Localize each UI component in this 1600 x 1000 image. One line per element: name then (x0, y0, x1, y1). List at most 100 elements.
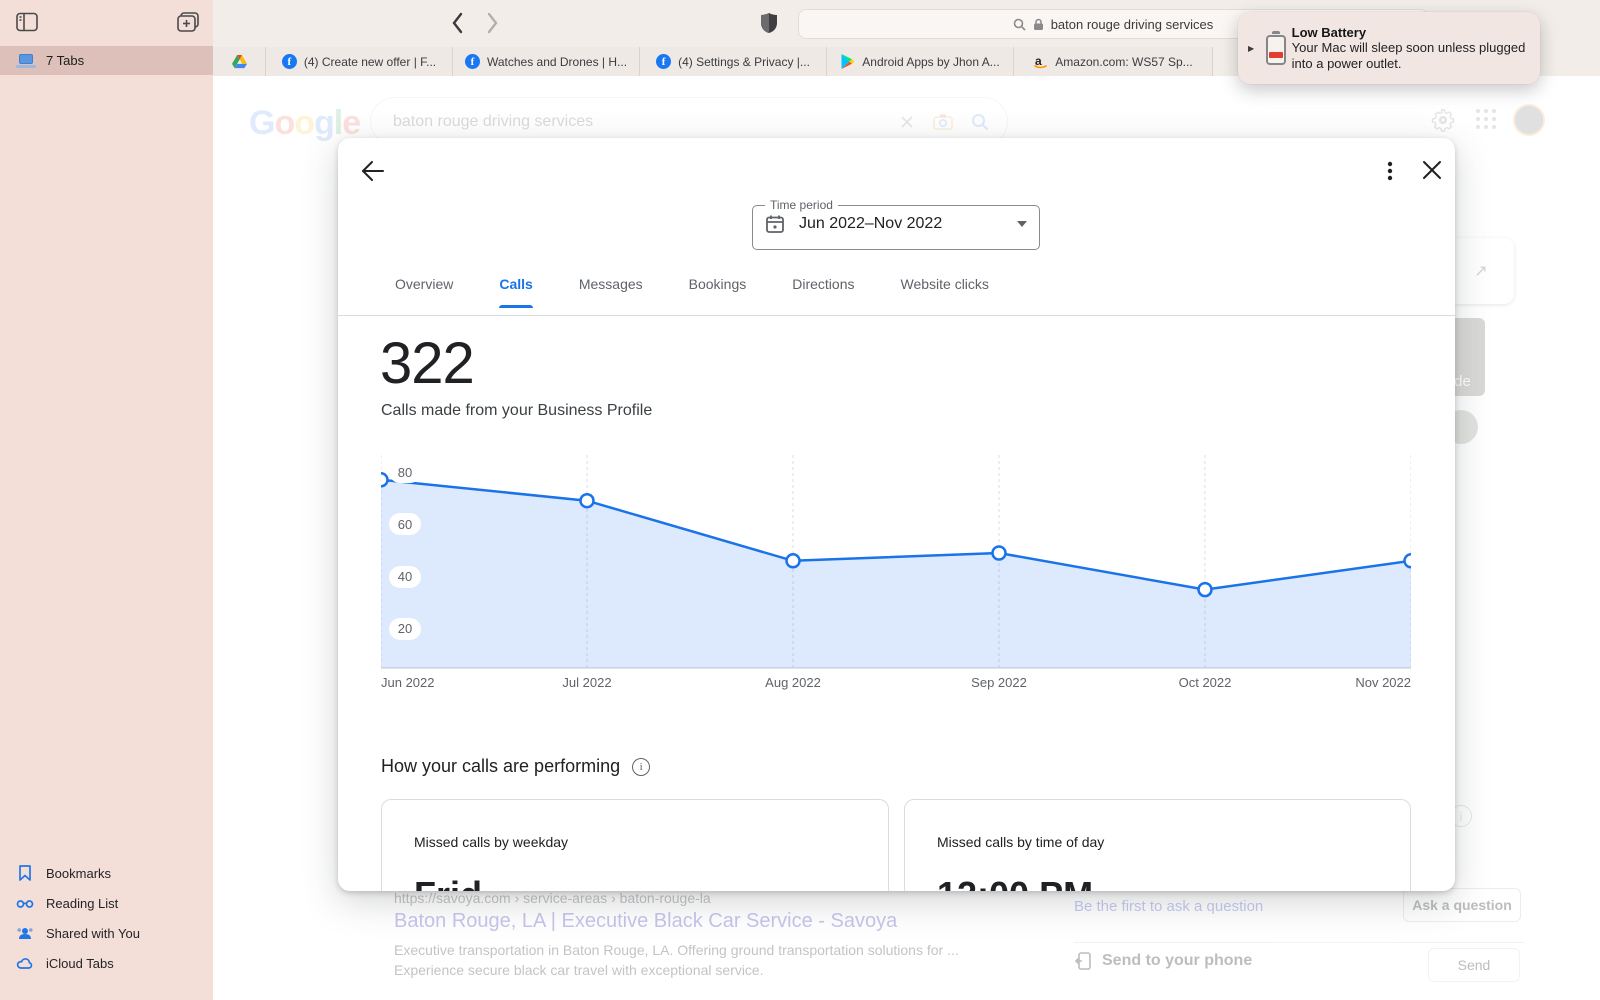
forward-button[interactable] (486, 12, 499, 34)
x-axis-label: Nov 2022 (1355, 675, 1411, 690)
card-title: Missed calls by time of day (937, 834, 1104, 850)
address-text: baton rouge driving services (1051, 17, 1214, 32)
tab-title: Android Apps by Jhon A... (862, 55, 999, 69)
browser-tab[interactable]: Android Apps by Jhon A... (827, 47, 1014, 76)
notification-title: Low Battery (1292, 25, 1526, 40)
ask-question-button: Ask a question (1403, 888, 1521, 922)
card-value: 12:00 PM (937, 874, 1093, 891)
send-to-phone-row: Send to your phone (1074, 952, 1252, 970)
people-icon (16, 924, 34, 942)
lock-icon (1032, 18, 1045, 31)
low-battery-notification[interactable]: ▶ Low Battery Your Mac will sleep soon u… (1238, 12, 1540, 84)
drive-icon (232, 54, 247, 69)
time-period-selector[interactable]: Time period Jun 2022–Nov 2022 (752, 198, 1040, 250)
notification-body: Your Mac will sleep soon unless plugged … (1292, 40, 1526, 71)
time-period-value: Jun 2022–Nov 2022 (799, 215, 942, 233)
google-play-icon (840, 54, 855, 69)
result-title: Baton Rouge, LA | Executive Black Car Se… (394, 910, 897, 933)
safari-sidebar: 7 Tabs Bookmarks Reading List Shared wit… (0, 0, 213, 1000)
browser-tab[interactable]: f (4) Create new offer | F... (266, 47, 453, 76)
privacy-shield-icon[interactable] (760, 12, 778, 34)
performance-tabs: Overview Calls Messages Bookings Directi… (395, 276, 989, 308)
tab-bookings[interactable]: Bookings (689, 276, 747, 308)
tab-title: (4) Settings & Privacy |... (678, 55, 810, 69)
facebook-icon: f (656, 54, 671, 69)
sidebar-item-reading-list[interactable]: Reading List (0, 888, 213, 918)
x-axis-label: Jul 2022 (562, 675, 611, 690)
back-arrow-button[interactable] (360, 158, 386, 184)
sidebar-toggle-icon[interactable] (16, 12, 38, 32)
business-profile-performance-modal: Time period Jun 2022–Nov 2022 Overview C… (338, 138, 1455, 891)
tab-title: Amazon.com: WS57 Sp... (1055, 55, 1192, 69)
info-icon[interactable]: i (632, 758, 650, 776)
tab-title: (4) Create new offer | F... (304, 55, 436, 69)
tab-overview[interactable]: Overview (395, 276, 453, 308)
sidebar-item-label: iCloud Tabs (46, 956, 114, 971)
laptop-icon (16, 54, 36, 68)
y-axis-tick: 80 (389, 461, 421, 483)
more-options-button[interactable] (1378, 158, 1402, 184)
search-icon (1013, 18, 1026, 31)
result-description: Executive transportation in Baton Rouge,… (394, 940, 1014, 980)
notification-disclose-icon: ▶ (1248, 44, 1254, 53)
background-search-query: baton rouge driving services (393, 113, 593, 131)
y-axis-tick: 40 (389, 566, 421, 588)
tab-messages[interactable]: Messages (579, 276, 643, 308)
missed-calls-weekday-card: Missed calls by weekday Frid (381, 799, 889, 891)
account-avatar (1513, 104, 1545, 136)
result-url: https://savoya.com › service-areas › bat… (394, 890, 711, 906)
amazon-icon: a (1033, 54, 1048, 69)
facebook-icon: f (282, 54, 297, 69)
close-button[interactable] (1420, 158, 1444, 182)
x-axis-label: Sep 2022 (971, 675, 1027, 690)
send-button: Send (1428, 948, 1520, 982)
x-axis-label: Jun 2022 (381, 675, 435, 690)
sidebar-item-bookmarks[interactable]: Bookmarks (0, 858, 213, 888)
x-axis-label: Oct 2022 (1179, 675, 1232, 690)
tab-title: Watches and Drones | H... (487, 55, 627, 69)
lens-camera-icon (933, 114, 953, 130)
total-calls-value: 322 (380, 330, 474, 397)
card-value: Frid (414, 874, 482, 891)
sidebar-item-label: Bookmarks (46, 866, 111, 881)
y-axis-tick: 20 (389, 618, 421, 640)
settings-gear-icon (1431, 108, 1455, 132)
ask-question-prompt: Be the first to ask a question (1074, 898, 1263, 915)
cloud-icon (16, 954, 34, 972)
clear-icon (899, 114, 915, 130)
browser-tab[interactable]: f Watches and Drones | H... (453, 47, 640, 76)
browser-tab-drive[interactable] (213, 47, 266, 76)
search-submit-icon (971, 113, 989, 131)
card-title: Missed calls by weekday (414, 834, 568, 850)
sidebar-item-label: Shared with You (46, 926, 140, 941)
new-tab-group-icon[interactable] (177, 12, 199, 32)
x-axis-label: Aug 2022 (765, 675, 821, 690)
browser-tab[interactable]: f (4) Settings & Privacy |... (640, 47, 827, 76)
apps-grid-icon (1475, 108, 1497, 130)
facebook-icon: f (465, 54, 480, 69)
background-search-results: https://savoya.com › service-areas › bat… (213, 880, 1600, 1000)
calendar-icon (765, 214, 785, 234)
total-calls-caption: Calls made from your Business Profile (381, 402, 652, 420)
tab-website-clicks[interactable]: Website clicks (900, 276, 988, 308)
sidebar-item-tab-group[interactable]: 7 Tabs (0, 46, 213, 75)
browser-tab[interactable]: a Amazon.com: WS57 Sp... (1014, 47, 1213, 76)
tab-calls[interactable]: Calls (499, 276, 532, 308)
sidebar-item-shared-with-you[interactable]: Shared with You (0, 918, 213, 948)
tab-directions[interactable]: Directions (792, 276, 854, 308)
sidebar-item-label: Reading List (46, 896, 118, 911)
section-heading: How your calls are performing i (381, 756, 650, 777)
missed-calls-time-card: Missed calls by time of day 12:00 PM (904, 799, 1411, 891)
google-logo: Google (249, 104, 360, 143)
glasses-icon (16, 894, 34, 912)
dropdown-arrow-icon (1017, 221, 1027, 227)
send-to-phone-icon (1074, 952, 1092, 970)
bookmark-icon (16, 864, 34, 882)
back-button[interactable] (451, 12, 464, 34)
calls-line-chart: 80 60 40 20 Jun 2022 Jul 2022 Aug 2022 Sep 202… (381, 455, 1411, 700)
y-axis-tick: 60 (389, 513, 421, 535)
sidebar-item-icloud-tabs[interactable]: iCloud Tabs (0, 948, 213, 978)
tab-group-label: 7 Tabs (46, 53, 84, 68)
time-period-label: Time period (765, 198, 838, 212)
low-battery-icon (1266, 31, 1280, 65)
